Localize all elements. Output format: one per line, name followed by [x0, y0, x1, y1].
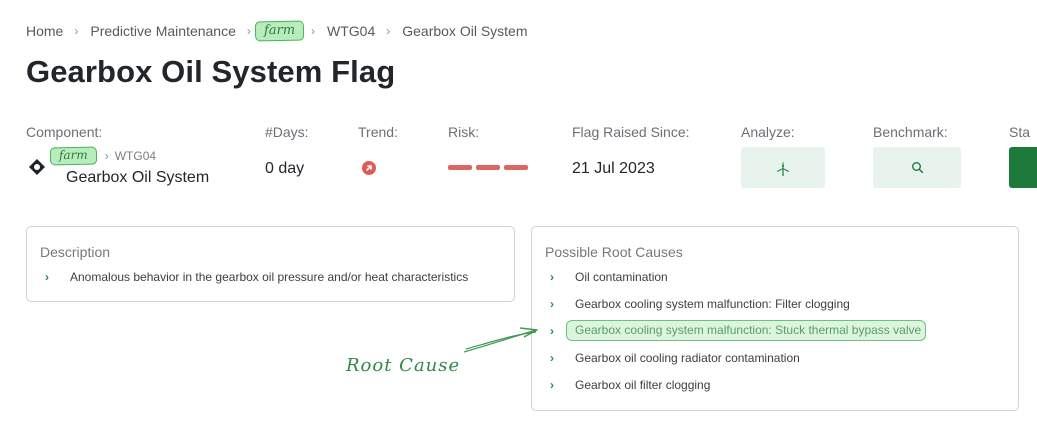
chevron-right-icon: ›	[550, 323, 554, 338]
root-cause-text: Oil contamination	[575, 269, 668, 284]
description-list: › Anomalous behavior in the gearbox oil …	[40, 263, 468, 290]
chevron-right-icon: ›	[550, 269, 554, 284]
risk-label: Risk:	[448, 124, 480, 140]
chevron-right-icon: ›	[246, 24, 251, 38]
trend-label: Trend:	[358, 124, 398, 140]
list-item[interactable]: › Oil contamination	[545, 263, 926, 290]
chevron-right-icon: ›	[74, 24, 79, 38]
chevron-right-icon: ›	[104, 149, 109, 163]
page-title: Gearbox Oil System Flag	[26, 54, 396, 89]
days-value: 0 day	[265, 160, 305, 177]
flag-raised-value: 21 Jul 2023	[572, 160, 655, 177]
breadcrumb-farm[interactable]: farm	[254, 20, 305, 42]
root-cause-text: Gearbox oil cooling radiator contaminati…	[575, 350, 800, 365]
description-text: Anomalous behavior in the gearbox oil pr…	[70, 269, 469, 284]
list-item: › Anomalous behavior in the gearbox oil …	[40, 263, 468, 290]
description-card: Description › Anomalous behavior in the …	[26, 226, 515, 302]
benchmark-button[interactable]	[873, 147, 961, 188]
component-path: farm › WTG04	[49, 146, 156, 166]
status-label: Sta	[1009, 124, 1031, 140]
trend-up-icon	[362, 161, 376, 175]
breadcrumb: Home › Predictive Maintenance › farm › W…	[26, 20, 528, 42]
root-cause-text: Gearbox cooling system malfunction: Filt…	[575, 296, 850, 311]
breadcrumb-turbine[interactable]: WTG04	[327, 23, 375, 39]
wind-turbine-icon	[777, 160, 789, 176]
root-causes-list: › Oil contamination › Gearbox cooling sy…	[545, 263, 927, 398]
component-diamond-icon	[29, 159, 45, 175]
days-label: #Days:	[265, 124, 309, 140]
list-item[interactable]: › Gearbox oil cooling radiator contamina…	[545, 344, 926, 371]
benchmark-label: Benchmark:	[873, 124, 948, 140]
description-title: Description	[40, 244, 111, 260]
breadcrumb-current: Gearbox Oil System	[402, 23, 528, 39]
chevron-right-icon: ›	[386, 24, 391, 38]
risk-bar	[448, 165, 528, 170]
list-item[interactable]: › Gearbox cooling system malfunction: Fi…	[545, 290, 926, 317]
root-causes-title: Possible Root Causes	[545, 244, 683, 260]
list-item[interactable]: › Gearbox oil filter clogging	[545, 371, 926, 398]
search-icon	[911, 162, 923, 174]
chevron-right-icon: ›	[550, 350, 554, 365]
chevron-right-icon: ›	[311, 24, 315, 38]
root-cause-text-highlighted: Gearbox cooling system malfunction: Stuc…	[566, 320, 927, 341]
breadcrumb-predictive-maintenance[interactable]: Predictive Maintenance	[90, 23, 236, 39]
component-turbine[interactable]: WTG04	[115, 149, 156, 163]
risk-segment	[504, 165, 528, 170]
root-cause-text: Gearbox oil filter clogging	[575, 377, 711, 392]
root-cause-annotation: Root Cause	[346, 355, 461, 376]
component-farm-tag[interactable]: farm	[49, 146, 97, 166]
analyze-label: Analyze:	[741, 124, 795, 140]
risk-segment	[448, 165, 472, 170]
annotation-arrow-icon	[463, 327, 538, 353]
chevron-right-icon: ›	[45, 269, 49, 284]
risk-segment	[476, 165, 500, 170]
breadcrumb-home[interactable]: Home	[26, 23, 63, 39]
root-causes-card: Possible Root Causes › Oil contamination…	[531, 226, 1019, 411]
component-name: Gearbox Oil System	[66, 169, 210, 186]
chevron-right-icon: ›	[550, 377, 554, 392]
chevron-right-icon: ›	[550, 296, 554, 311]
list-item-highlighted[interactable]: › Gearbox cooling system malfunction: St…	[545, 317, 927, 344]
status-button[interactable]	[1009, 147, 1037, 188]
component-label: Component:	[26, 124, 103, 140]
flag-raised-label: Flag Raised Since:	[572, 124, 690, 140]
analyze-button[interactable]	[741, 147, 825, 188]
